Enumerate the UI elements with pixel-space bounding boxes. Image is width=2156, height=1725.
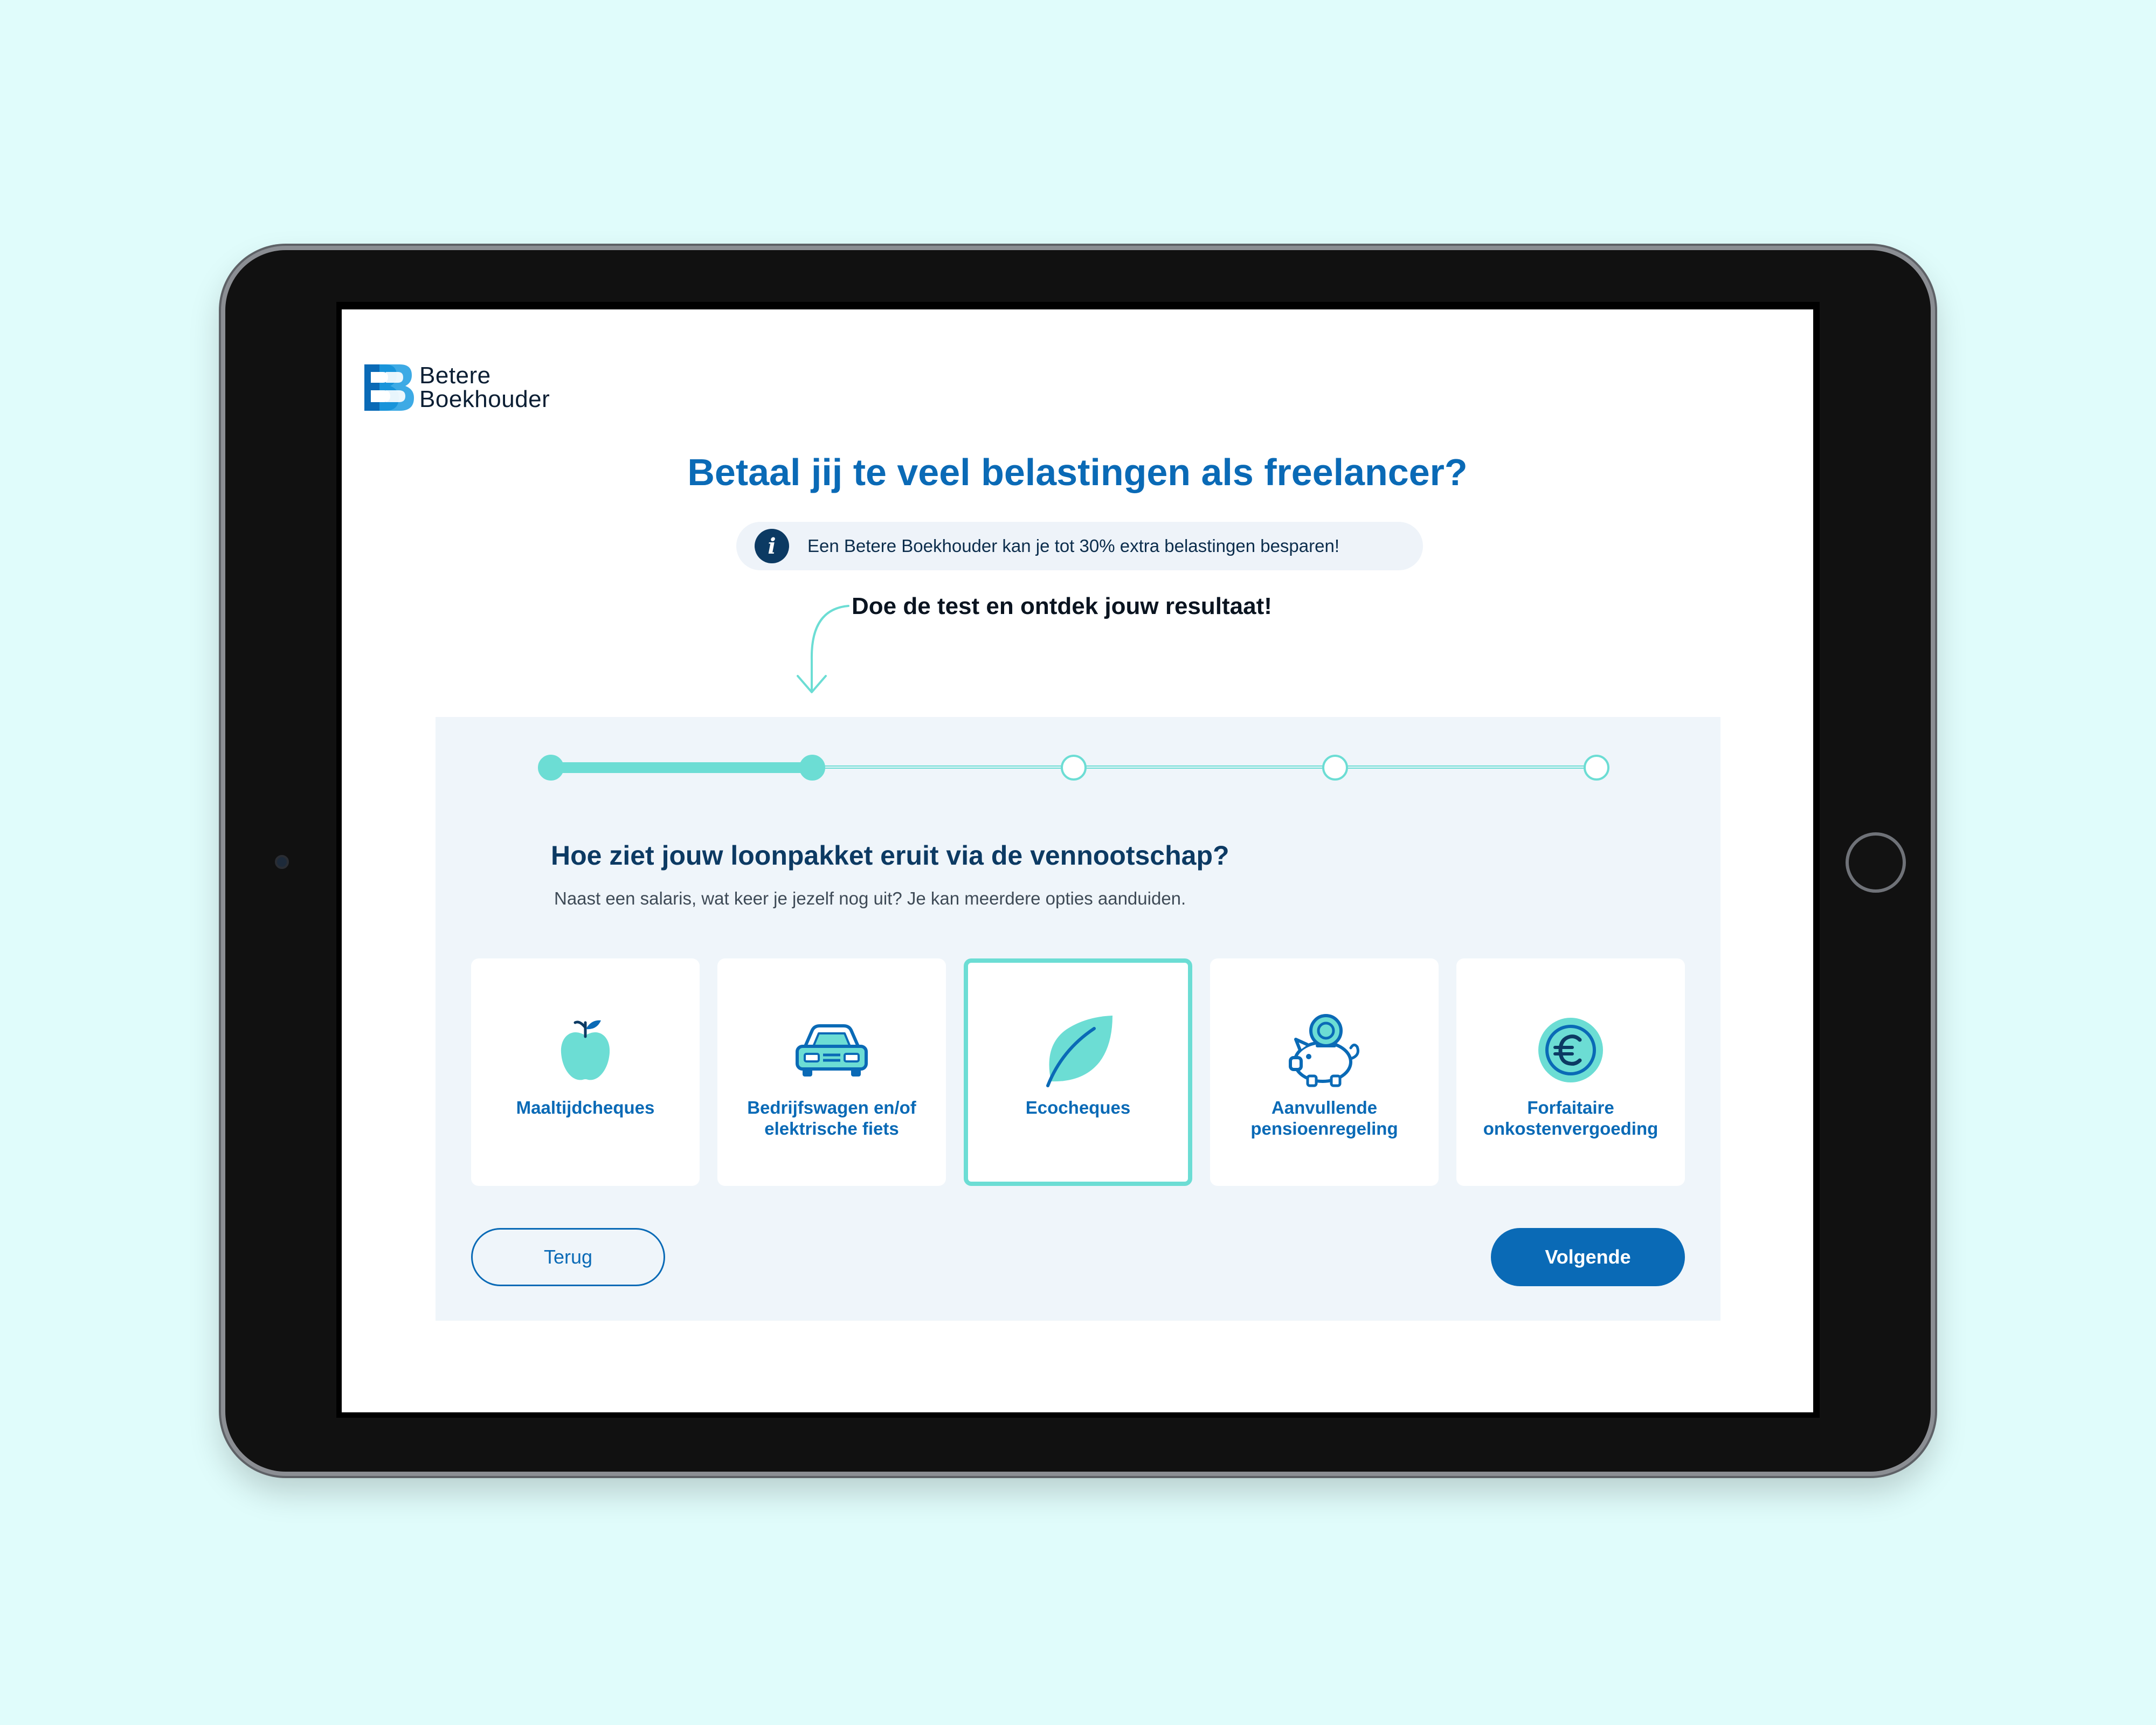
logo-wordmark: Betere Boekhouder [419,364,550,411]
info-banner: i Een Betere Boekhouder kan je tot 30% e… [736,522,1423,570]
progress-step-dot [1322,755,1348,781]
option-label: Bedrijfswagen en/of elektrische fiets [747,1098,916,1138]
next-button[interactable]: Volgende [1491,1228,1685,1286]
progress-step-dot [538,755,564,781]
option-label: Ecocheques [1025,1098,1131,1117]
front-camera [275,855,289,869]
logo-line-2: Boekhouder [419,386,550,412]
progress-step-dot [1584,755,1609,781]
logo-mark-icon [364,364,414,411]
back-button[interactable]: Terug [471,1228,665,1286]
logo[interactable]: Betere Boekhouder [363,363,550,412]
option-card-bedrijfswagen[interactable]: Bedrijfswagen en/of elektrische fiets [717,958,946,1186]
info-text: Een Betere Boekhouder kan je tot 30% ext… [807,536,1340,556]
option-card-pensioen[interactable]: Aanvullende pensioenregeling [1210,958,1439,1186]
tablet-screen: Betere Boekhouder Betaal jij te veel bel… [342,309,1813,1412]
car-icon [789,1012,875,1088]
progress-step-dot [1061,755,1087,781]
euro-coin-icon [1528,1012,1614,1088]
option-label: Aanvullende pensioenregeling [1250,1098,1398,1138]
logo-line-1: Betere [419,362,491,389]
question-subtitle: Naast een salaris, wat keer je jezelf no… [554,888,1186,908]
progress-bar [538,755,1609,781]
option-card-forfaitaire[interactable]: Forfaitaire onkostenvergoeding [1456,958,1685,1186]
curved-arrow-down-icon [797,605,849,693]
options-grid: Maaltijdcheques Bedrijfswagen en/of elek… [471,958,1685,1186]
option-card-maaltijdcheques[interactable]: Maaltijdcheques [471,958,700,1186]
leaf-icon [1035,1012,1121,1088]
option-label: Maaltijdcheques [516,1098,655,1117]
progress-step-dot [799,755,825,781]
apple-icon [542,1012,628,1088]
question-title: Hoe ziet jouw loonpakket eruit via de ve… [551,840,1229,871]
info-icon: i [755,529,789,563]
progress-fill [551,762,812,773]
page-title: Betaal jij te veel belastingen als freel… [687,451,1468,493]
piggy-bank-icon [1281,1012,1367,1088]
option-label: Forfaitaire onkostenvergoeding [1483,1098,1659,1138]
home-button[interactable] [1846,832,1906,893]
quiz-panel: Hoe ziet jouw loonpakket eruit via de ve… [436,717,1720,1321]
option-card-ecocheques[interactable]: Ecocheques [964,958,1192,1186]
cta-text: Doe de test en ontdek jouw resultaat! [852,593,1272,619]
